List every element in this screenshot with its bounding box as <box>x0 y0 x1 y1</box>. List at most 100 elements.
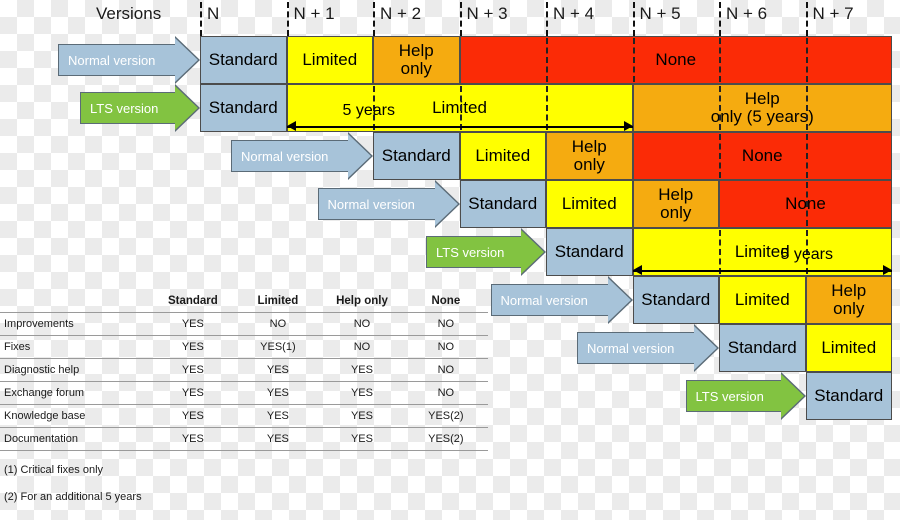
timeline-cell-standard: Standard <box>459 180 546 228</box>
timeline-cell-label: None <box>785 194 826 214</box>
timeline-cell-label: Limited <box>821 338 877 358</box>
timeline-cell-label: Standard <box>208 98 278 118</box>
timeline-cell-standard: Standard <box>200 36 287 84</box>
arrow-label: Normal version <box>490 284 609 316</box>
matrix-cell-value: YES <box>320 404 404 428</box>
normal-version-arrow: Normal version <box>58 36 200 84</box>
timeline-cell-label: None <box>741 146 783 166</box>
matrix-cell-value: YES <box>150 312 236 336</box>
table-row: Knowledge base YES YES YES YES(2) <box>0 404 488 428</box>
arrow-head-icon <box>175 36 200 84</box>
matrix-cell-value: YES <box>150 381 236 405</box>
timeline-cell-label: None <box>655 50 697 70</box>
timeline-cell-label: Help only <box>398 41 434 78</box>
arrow-label: Normal version <box>58 44 176 76</box>
matrix-cell-value: YES <box>150 358 236 382</box>
column-header-3: N + 3 <box>466 4 508 23</box>
column-header-5: N + 5 <box>639 4 681 23</box>
timeline-cell-none: None <box>632 132 892 180</box>
five-years-label: 5 years <box>342 102 395 119</box>
timeline-cell-limited: Limited <box>719 276 806 324</box>
matrix-feature-name: Documentation <box>0 427 151 451</box>
diagram-canvas: Versions N N + 1 N + 2 N + 3 N + 4 N + 5 N + 6… <box>0 0 900 520</box>
timeline-cell-label: Help only (5 years) <box>710 89 814 126</box>
table-row: Diagnostic help YES YES YES NO <box>0 358 488 382</box>
matrix-cell-value: NO <box>403 312 488 336</box>
matrix-head: Standard Limited Help only None <box>0 290 488 313</box>
timeline-cell-label: Standard <box>381 146 451 166</box>
column-guide-7 <box>805 2 808 36</box>
matrix-cell-value: NO <box>320 335 404 359</box>
matrix-cell-value: YES <box>150 427 236 451</box>
timeline-cell-label: Standard <box>208 50 278 70</box>
arrow-head-icon <box>521 228 546 276</box>
table-row: Exchange forum YES YES YES NO <box>0 381 488 405</box>
footnote-1: (1) Critical fixes only <box>4 464 104 476</box>
matrix-feature-name: Exchange forum <box>0 381 151 405</box>
column-header-4: N + 4 <box>553 4 595 23</box>
normal-version-arrow: Normal version <box>231 132 373 180</box>
table-row: Fixes YES YES(1) NO NO <box>0 335 488 359</box>
table-row: Improvements YES NO NO NO <box>0 312 488 336</box>
arrow-label: Normal version <box>317 188 436 220</box>
timeline-cell-help_only: Help only <box>805 276 892 324</box>
normal-version-arrow: Normal version <box>577 324 719 372</box>
column-header-0: N <box>207 4 220 23</box>
matrix-cell-value: NO <box>403 381 488 405</box>
column-guide-1 <box>286 2 289 36</box>
matrix-cell-value: YES <box>235 427 321 451</box>
timeline-cell-label: Standard <box>727 338 797 358</box>
timeline-cell-standard: Standard <box>373 132 460 180</box>
timeline-cell-none: None <box>459 36 892 84</box>
matrix-cell-value: YES <box>150 335 236 359</box>
arrow-head-icon <box>434 180 460 228</box>
matrix-cell-value: YES <box>235 381 321 405</box>
matrix-body: Improvements YES NO NO NO Fixes YES YES(1) NO NO D… <box>0 312 488 451</box>
matrix-feature-name: Knowledge base <box>0 404 151 428</box>
timeline-cell-label: Help only <box>658 185 694 222</box>
column-header-1: N + 1 <box>293 4 335 23</box>
matrix-cell-value: YES <box>235 404 321 428</box>
span-arrow-left-tip-icon <box>632 265 642 275</box>
matrix-header-row: Standard Limited Help only None <box>0 290 488 313</box>
timeline-cell-limited: Limited <box>546 180 633 228</box>
five-years-label: 5 years <box>780 246 833 263</box>
span-arrow-right-tip-icon <box>883 265 892 275</box>
lts-version-arrow: LTS version <box>426 228 546 276</box>
normal-version-arrow: Normal version <box>317 180 460 228</box>
column-header-7: N + 7 <box>812 4 854 23</box>
matrix-feature-name: Fixes <box>0 335 151 359</box>
timeline-cell-help_only: Help only <box>373 36 460 84</box>
five-years-span-arrow <box>632 265 892 276</box>
arrow-head-icon <box>607 276 633 324</box>
matrix-cell-value: NO <box>320 312 404 336</box>
column-guide-5 <box>632 2 635 36</box>
column-guide-4 <box>546 2 548 36</box>
lts-version-arrow: LTS version <box>685 372 806 420</box>
column-guide-6 <box>719 2 721 36</box>
column-guide-3 <box>459 2 462 36</box>
matrix-cell-value: NO <box>403 335 488 359</box>
matrix-cell-value: NO <box>235 312 321 336</box>
arrow-label: Normal version <box>231 140 349 172</box>
arrow-head-icon <box>780 372 806 420</box>
timeline-cell-standard: Standard <box>632 276 719 324</box>
timeline-cell-limited: Limited <box>459 132 546 180</box>
matrix-column-header-0 <box>0 290 151 313</box>
timeline-cell-label: Help only <box>571 137 607 174</box>
column-header-2: N + 2 <box>380 4 422 23</box>
matrix-feature-name: Diagnostic help <box>0 358 151 382</box>
column-guide-2 <box>373 2 375 36</box>
matrix-column-header-3: Help only <box>320 290 404 313</box>
timeline-cell-help_only: Help only (5 years) <box>632 84 892 132</box>
table-row: Documentation YES YES YES YES(2) <box>0 427 488 451</box>
timeline-cell-standard: Standard <box>200 84 287 132</box>
versions-label: Versions <box>96 4 162 23</box>
timeline-cell-label: Help only <box>831 281 867 318</box>
arrow-head-icon <box>694 324 719 372</box>
timeline-cell-label: Standard <box>641 290 711 310</box>
arrow-label: Normal version <box>577 332 695 364</box>
arrow-label: LTS version <box>426 236 522 268</box>
span-arrow-line <box>286 126 633 128</box>
matrix-cell-value: YES <box>320 358 404 382</box>
